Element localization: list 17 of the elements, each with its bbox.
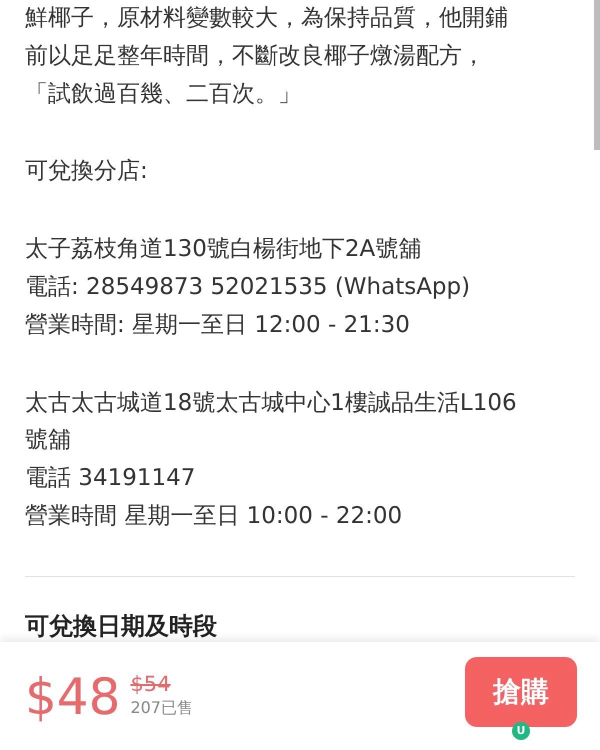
branch-info: 太子荔枝角道130號白楊街地下2A號舖 [25, 235, 422, 264]
branch-info: 營業時間: 星期一至日 12:00 - 21:30 [25, 310, 411, 340]
description-text: 「試飲過百幾、二百次。」 [25, 80, 302, 109]
description-text: 鮮椰子，原材料變數較大，為保持品質，他開鋪 [25, 4, 509, 33]
section-title: 可兌換日期及時段 [25, 610, 218, 642]
description-text: 前以足足整年時間，不斷改良椰子燉湯配方， [25, 42, 486, 71]
branch-info: 號舖 [25, 426, 72, 456]
sold-count: 207已售 [130, 697, 193, 719]
original-price: $54 [130, 671, 172, 697]
branch-info: 電話: 28549873 52021535 (WhatsApp) [25, 272, 472, 302]
badge: U [512, 722, 530, 740]
branch-info: 太古太古城道18號太古城中心1樓誠品生活L106 [25, 388, 518, 418]
price: $48 [25, 669, 120, 725]
branch-info: 電話 34191147 [25, 464, 196, 494]
buy-button[interactable]: 搶購 [465, 657, 577, 727]
branches-heading: 可兌換分店: [25, 157, 149, 186]
branch-info: 營業時間 星期一至日 10:00 - 22:00 [25, 502, 404, 531]
